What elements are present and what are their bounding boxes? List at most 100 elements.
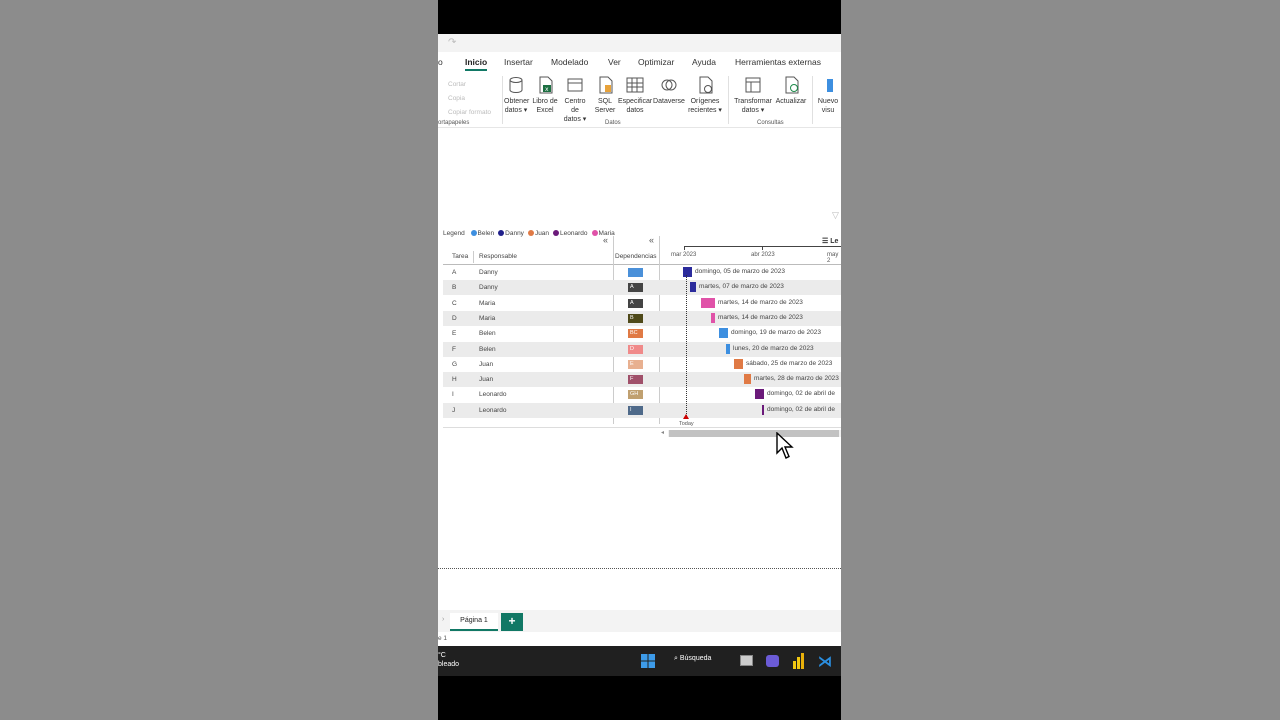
active-tab-underline [465, 69, 487, 71]
dependency-badge: B [628, 313, 643, 323]
gantt-bar-label: martes, 14 de marzo de 2023 [718, 298, 803, 306]
task-cell: F [452, 345, 456, 353]
dependency-badge: E [628, 359, 643, 369]
legend-dot-icon [591, 230, 598, 236]
header-responsible[interactable]: Responsable [479, 253, 517, 260]
gantt-bar[interactable] [690, 282, 696, 293]
dependency-badge: I [628, 405, 643, 415]
gantt-bar[interactable] [701, 297, 715, 308]
column-divider [473, 251, 474, 263]
scroll-left-icon[interactable]: ◂ [661, 429, 664, 436]
ribbon: Cortar Copia Copiar formato ortapapeles … [438, 72, 841, 128]
task-cell: H [452, 376, 457, 384]
collapse-panel-icon[interactable]: « [649, 235, 654, 245]
enter-data-button[interactable]: Especificar datos [618, 76, 652, 115]
task-view-icon[interactable] [740, 655, 753, 666]
ribbon-separator-3 [812, 76, 813, 124]
menu-item-archivo[interactable]: o [438, 57, 443, 67]
hamburger-icon: ☰ [822, 238, 831, 245]
gantt-bar[interactable] [726, 343, 730, 354]
legend-toggle-button[interactable]: ☰ Le [822, 237, 838, 245]
windows-start-icon[interactable] [641, 654, 655, 668]
responsible-cell: Belen [479, 330, 496, 338]
weather-widget[interactable]: °C bleado [438, 651, 459, 669]
header-task[interactable]: Tarea [452, 253, 468, 260]
legend-item: Danny [505, 230, 524, 237]
gantt-bar-label: domingo, 02 de abril de [767, 405, 835, 413]
menu-item-optimizar[interactable]: Optimizar [638, 57, 674, 67]
gantt-bar-label: martes, 07 de marzo de 2023 [699, 283, 784, 291]
get-data-button[interactable]: Obtener datos ▾ [504, 76, 529, 115]
new-visual-icon [827, 79, 833, 92]
dependency-badge: D [628, 344, 643, 354]
gantt-bar[interactable] [734, 358, 743, 369]
recent-sources-button[interactable]: Orígenes recientes ▾ [688, 76, 722, 115]
collapse-columns-icon[interactable]: « [603, 235, 608, 245]
responsible-cell: Danny [479, 269, 498, 276]
menu-item-herramientas[interactable]: Herramientas externas [735, 57, 821, 67]
vscode-icon[interactable]: ⋊ [818, 653, 832, 670]
gantt-legend: Legend Belen Danny Juan Leonardo Maria [443, 230, 615, 237]
page-indicator: e 1 [438, 635, 448, 642]
menu-item-modelado[interactable]: Modelado [551, 57, 588, 67]
gantt-bar[interactable] [755, 389, 764, 400]
task-cell: A [452, 269, 457, 276]
transform-data-button[interactable]: Transformar datos ▾ [734, 76, 772, 115]
menu-item-ayuda[interactable]: Ayuda [692, 57, 716, 67]
gantt-bar[interactable] [711, 312, 715, 323]
redo-icon[interactable]: ↷ [448, 37, 456, 48]
gantt-bar[interactable] [744, 374, 751, 385]
page-boundary [438, 568, 841, 569]
table-icon [626, 77, 644, 93]
power-bi-icon[interactable] [793, 653, 805, 669]
dependency-badge: A [628, 298, 643, 308]
gantt-bar-label: domingo, 19 de marzo de 2023 [731, 329, 821, 337]
excel-workbook-button[interactable]: x Libro de Excel [532, 76, 558, 115]
gantt-bar[interactable] [719, 328, 728, 339]
dependency-badge: BC [628, 329, 643, 339]
title-bar: ↷ [438, 34, 841, 52]
gantt-bar[interactable] [683, 267, 692, 277]
taskbar-search[interactable]: ⌕ Búsqueda [674, 655, 711, 663]
menu-item-ver[interactable]: Ver [608, 57, 621, 67]
dataverse-button[interactable]: Dataverse [653, 76, 685, 106]
gantt-bar-label: domingo, 02 de abril de [767, 390, 835, 398]
gantt-bar-label: domingo, 05 de marzo de 2023 [695, 268, 785, 275]
task-cell: E [452, 330, 457, 338]
sql-server-button[interactable]: SQL Server [594, 76, 616, 115]
dependency-badge: F [628, 375, 643, 385]
cut-button[interactable]: Cortar [442, 78, 491, 92]
page-tab-1[interactable]: Página 1 [450, 613, 498, 631]
legend-item: Juan [534, 230, 550, 237]
legend-item: Belen [477, 230, 495, 237]
add-page-button[interactable]: + [501, 613, 523, 631]
axis-tick [762, 246, 763, 250]
responsible-cell: Leonardo [479, 406, 507, 414]
menu-bar: o Inicio Insertar Modelado Ver Optimizar… [438, 52, 841, 72]
menu-item-insertar[interactable]: Insertar [504, 57, 533, 67]
menu-item-inicio[interactable]: Inicio [465, 57, 487, 67]
teams-icon[interactable] [766, 655, 779, 667]
axis-tick [684, 246, 685, 250]
copy-button[interactable]: Copia [442, 92, 491, 106]
refresh-button[interactable]: Actualizar [774, 76, 808, 106]
format-painter-button[interactable]: Copiar formato [442, 106, 491, 120]
new-visual-button[interactable]: Nuevo visu [815, 76, 841, 115]
top-black-bar [438, 0, 841, 34]
responsible-cell: Juan [479, 360, 494, 368]
data-hub-button[interactable]: Centro de datos ▾ [560, 76, 590, 124]
legend-dot-icon [553, 230, 560, 236]
today-marker-icon [683, 414, 689, 419]
task-cell: B [452, 284, 457, 292]
horizontal-scrollbar-thumb[interactable] [669, 430, 839, 437]
header-dependencies[interactable]: Dependencias [615, 253, 657, 260]
gantt-bar[interactable] [762, 404, 764, 415]
month-label-mar: mar 2023 [671, 252, 697, 258]
excel-icon: x [539, 76, 553, 94]
consultas-group-label: Consultas [757, 120, 784, 126]
sql-server-icon [599, 76, 613, 94]
page-prev-icon[interactable]: › [442, 616, 444, 623]
filter-icon[interactable]: ▽ [832, 210, 839, 221]
clipboard-group: Cortar Copia Copiar formato [442, 78, 491, 120]
legend-dot-icon [470, 230, 477, 236]
